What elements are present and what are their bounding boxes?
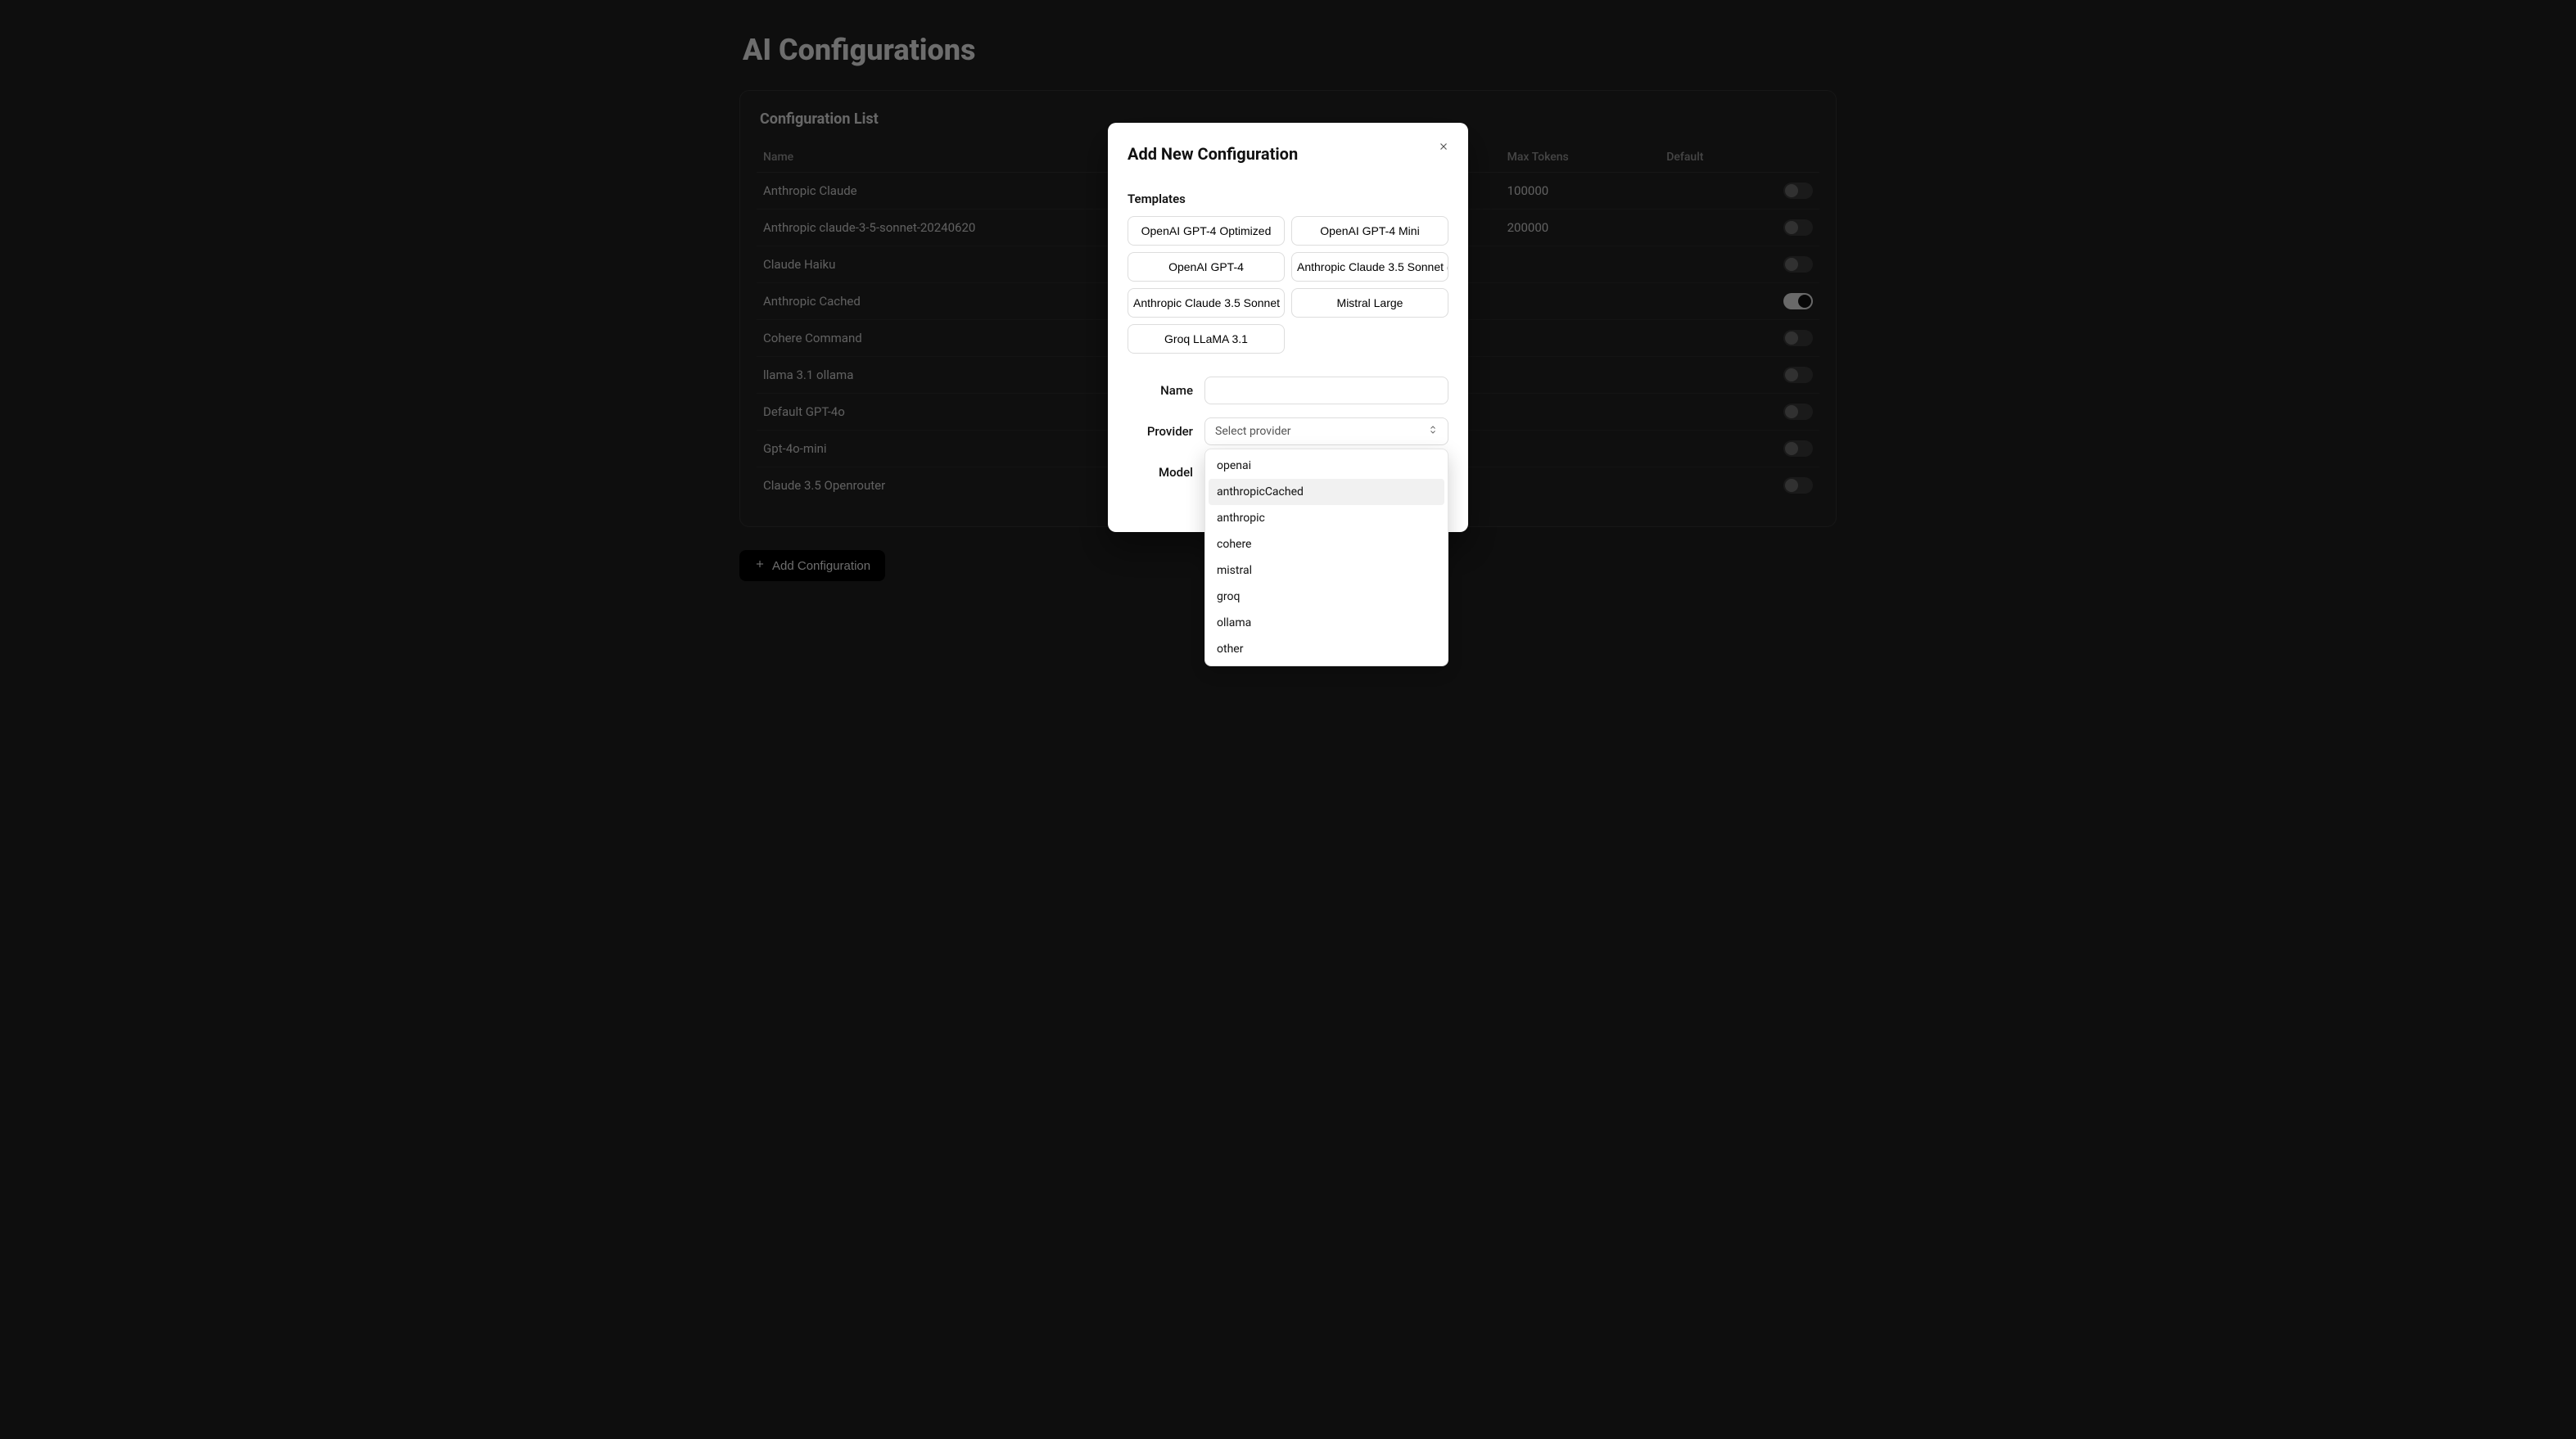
modal-close-button[interactable] — [1434, 138, 1453, 157]
template-button[interactable]: Groq LLaMA 3.1 — [1128, 324, 1285, 354]
provider-option[interactable]: other — [1209, 636, 1444, 662]
close-icon — [1438, 141, 1449, 155]
template-button[interactable]: Mistral Large — [1291, 288, 1448, 318]
name-input[interactable] — [1204, 377, 1448, 404]
provider-label: Provider — [1128, 424, 1193, 439]
template-button[interactable]: OpenAI GPT-4 Mini — [1291, 216, 1448, 246]
provider-option[interactable]: cohere — [1209, 531, 1444, 557]
model-label: Model — [1128, 465, 1193, 480]
provider-option[interactable]: groq — [1209, 584, 1444, 610]
name-label: Name — [1128, 383, 1193, 398]
provider-placeholder: Select provider — [1215, 425, 1291, 438]
add-config-modal: Add New Configuration Templates OpenAI G… — [1108, 123, 1468, 532]
modal-overlay[interactable]: Add New Configuration Templates OpenAI G… — [0, 0, 2576, 1439]
chevron-updown-icon — [1428, 425, 1438, 438]
modal-title: Add New Configuration — [1128, 144, 1448, 164]
provider-option[interactable]: anthropicCached — [1209, 479, 1444, 505]
provider-row: Provider Select provider openaianthropic… — [1128, 417, 1448, 445]
provider-option[interactable]: ollama — [1209, 610, 1444, 636]
provider-option[interactable]: anthropic — [1209, 505, 1444, 531]
template-button[interactable]: Anthropic Claude 3.5 Sonnet (Cached) — [1291, 252, 1448, 282]
template-button[interactable]: OpenAI GPT-4 — [1128, 252, 1285, 282]
templates-label: Templates — [1128, 192, 1448, 206]
template-button[interactable]: OpenAI GPT-4 Optimized — [1128, 216, 1285, 246]
provider-select[interactable]: Select provider — [1204, 417, 1448, 445]
provider-option[interactable]: openai — [1209, 453, 1444, 479]
template-button[interactable]: Anthropic Claude 3.5 Sonnet — [1128, 288, 1285, 318]
templates-list: OpenAI GPT-4 OptimizedOpenAI GPT-4 MiniO… — [1128, 216, 1448, 354]
provider-dropdown: openaianthropicCachedanthropiccoheremist… — [1204, 449, 1448, 666]
name-row: Name — [1128, 377, 1448, 404]
provider-option[interactable]: mistral — [1209, 557, 1444, 584]
